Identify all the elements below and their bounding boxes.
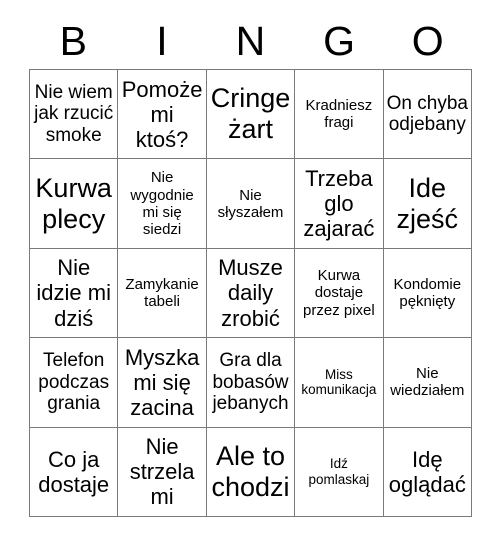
bingo-cell[interactable]: Nie idzie mi dziś	[30, 248, 119, 339]
bingo-cell[interactable]: Nie strzela mi	[118, 427, 207, 517]
bingo-cell-label: Nie strzela mi	[129, 434, 195, 510]
bingo-header-letter-i: I	[156, 18, 168, 64]
bingo-cell[interactable]: Myszka mi się zacina	[118, 338, 207, 428]
bingo-header-letter-b: B	[59, 18, 87, 64]
bingo-cell-label: Nie słyszałem	[217, 186, 284, 221]
bingo-cell[interactable]: Idę oglądać	[383, 427, 472, 517]
bingo-cell[interactable]: Ide zjeść	[383, 159, 472, 249]
bingo-cell-label: Telefon podczas grania	[38, 349, 110, 415]
bingo-header-row: B I N G O	[29, 14, 472, 69]
bingo-cell-label: Nie wiem jak rzucić smoke	[34, 81, 114, 147]
bingo-cell[interactable]: Zamykanie tabeli	[118, 248, 207, 339]
bingo-cell-label: Pomoże mi ktoś?	[121, 76, 203, 152]
bingo-cell[interactable]: Idź pomlaskaj	[295, 427, 384, 517]
bingo-header-letter-o: O	[411, 18, 444, 64]
bingo-cell-label: On chyba odjebany	[386, 92, 468, 136]
bingo-cell[interactable]: On chyba odjebany	[383, 70, 472, 160]
bingo-cell[interactable]: Pomoże mi ktoś?	[118, 70, 207, 160]
bingo-grid: Nie wiem jak rzucić smoke Pomoże mi ktoś?…	[29, 69, 472, 517]
bingo-cell[interactable]: Musze daily zrobić	[206, 248, 296, 339]
bingo-cell[interactable]: Nie wiem jak rzucić smoke	[30, 70, 119, 160]
bingo-cell-label: Idź pomlaskaj	[308, 456, 370, 487]
bingo-cell[interactable]: Kurwa plecy	[30, 159, 119, 249]
bingo-cell-label: Kondomie pęknięty	[393, 275, 462, 310]
bingo-cell[interactable]: Miss komunikacja	[295, 338, 384, 428]
bingo-cell-label: Musze daily zrobić	[218, 255, 283, 331]
bingo-cell[interactable]: Nie wygodnie mi się siedzi	[118, 159, 207, 249]
bingo-cell[interactable]: Kondomie pęknięty	[383, 248, 472, 339]
bingo-cell-label: Myszka mi się zacina	[124, 344, 200, 420]
bingo-cell-label: Kurwa plecy	[35, 172, 112, 234]
bingo-cell-label: Idę oglądać	[388, 446, 466, 497]
bingo-cell-label: Nie idzie mi dziś	[36, 255, 111, 331]
bingo-cell[interactable]: Ale to chodzi	[206, 427, 296, 517]
bingo-cell-label: Zamykanie tabeli	[125, 275, 199, 310]
bingo-cell[interactable]: Cringe żart	[206, 70, 296, 160]
bingo-cell-label: Ale to chodzi	[211, 441, 290, 502]
bingo-cell-label: Trzeba glo zajarać	[303, 165, 375, 242]
bingo-header-letter-g: G	[323, 18, 356, 64]
bingo-cell[interactable]: Gra dla bobasów jebanych	[206, 338, 296, 428]
bingo-cell-label: Cringe żart	[210, 83, 291, 145]
bingo-cell[interactable]: Kurwa dostaje przez pixel	[295, 248, 384, 339]
bingo-cell[interactable]: Co ja dostaje	[30, 427, 119, 517]
bingo-cell-label: Kradniesz fragi	[305, 97, 373, 132]
bingo-cell[interactable]: Nie słyszałem	[206, 159, 296, 249]
bingo-cell-label: Co ja dostaje	[38, 446, 110, 497]
bingo-cell-label: Kurwa dostaje przez pixel	[303, 267, 375, 319]
bingo-cell[interactable]: Kradniesz fragi	[295, 70, 384, 160]
bingo-cell[interactable]: Telefon podczas grania	[30, 338, 119, 428]
bingo-cell[interactable]: Trzeba glo zajarać	[295, 159, 384, 249]
bingo-cell-label: Miss komunikacja	[301, 367, 377, 398]
bingo-cell-label: Gra dla bobasów jebanych	[212, 349, 289, 415]
bingo-cell-label: Ide zjeść	[396, 172, 459, 234]
bingo-cell-label: Nie wygodnie mi się siedzi	[130, 169, 194, 238]
bingo-header-letter-n: N	[235, 18, 266, 64]
bingo-cell-label: Nie wiedziałem	[390, 365, 465, 400]
bingo-cell[interactable]: Nie wiedziałem	[383, 338, 472, 428]
bingo-card: B I N G O Nie wiem jak rzucić smoke Pomoż…	[0, 0, 500, 544]
